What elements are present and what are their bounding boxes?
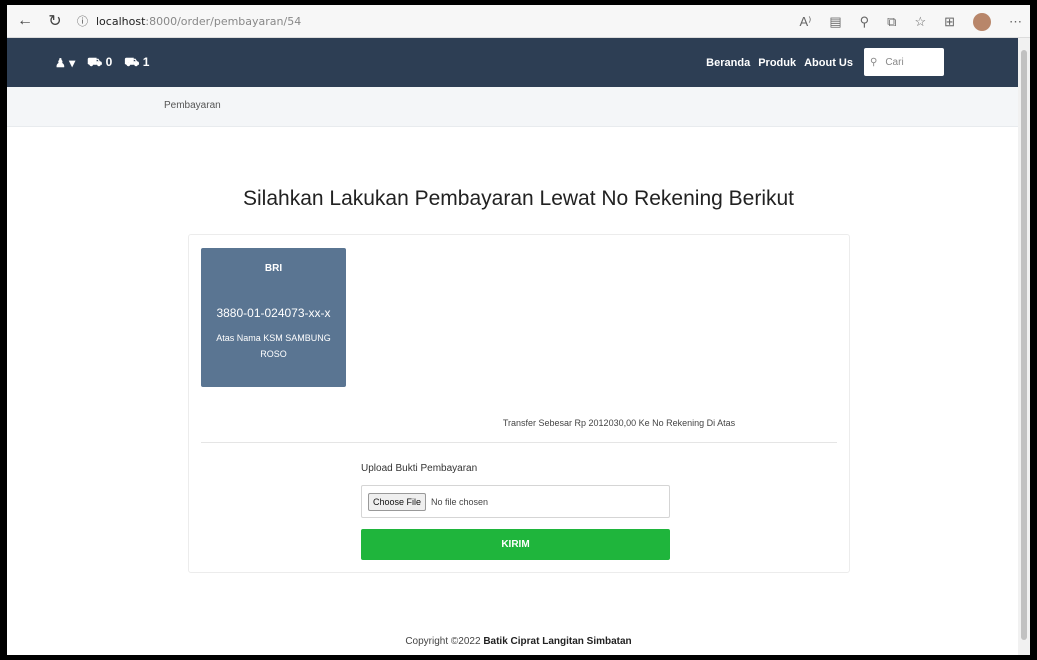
bank-name: BRI xyxy=(264,263,283,274)
reload-icon[interactable]: ↻ xyxy=(43,9,67,33)
back-icon[interactable]: ← xyxy=(13,9,37,33)
favorites-icon[interactable]: ☆ xyxy=(914,14,926,30)
footer-copyright: Copyright ©2022 xyxy=(405,636,481,647)
cart-icon: ⛟ xyxy=(87,54,103,69)
reader-mode-icon[interactable]: ▤ xyxy=(829,14,841,30)
profile-icon[interactable] xyxy=(973,12,991,31)
address-bar[interactable]: ⓘ localhost:8000/order/pembayaran/54 xyxy=(77,13,301,29)
cart-button[interactable]: ⛟ 0 xyxy=(87,55,112,71)
bank-account-holder: Atas Nama KSM SAMBUNG ROSO xyxy=(216,333,331,359)
transfer-instruction: Transfer Sebesar Rp 2012030,00 Ke No Rek… xyxy=(502,418,736,428)
scrollbar-thumb[interactable] xyxy=(1021,50,1027,640)
nav-link-about[interactable]: About Us xyxy=(804,57,853,69)
user-menu[interactable]: ♟ ▾ xyxy=(55,56,75,70)
cart2-button[interactable]: ⛟ 1 xyxy=(124,55,149,71)
cart-count: 0 xyxy=(105,54,113,69)
submit-button[interactable]: KIRIM xyxy=(361,529,670,560)
footer: Copyright ©2022 Batik Ciprat Langitan Si… xyxy=(7,636,1030,647)
info-icon: ⓘ xyxy=(77,15,88,28)
browser-window: ← ↻ ⓘ localhost:8000/order/pembayaran/54… xyxy=(7,5,1030,655)
search-placeholder: Cari xyxy=(885,56,904,68)
nav-link-produk[interactable]: Produk xyxy=(758,57,796,69)
zoom-icon[interactable]: ⚲ xyxy=(860,14,870,30)
site-navbar: ♟ ▾ ⛟ 0 ⛟ 1 Beranda Produk About Us ⚲ Ca… xyxy=(7,38,1030,87)
upload-label: Upload Bukti Pembayaran xyxy=(361,463,478,474)
page-title: Silahkan Lakukan Pembayaran Lewat No Rek… xyxy=(243,187,794,210)
bank-info-box: BRI 3880-01-024073-xx-x Atas Nama KSM SA… xyxy=(201,248,346,387)
search-input[interactable]: ⚲ Cari xyxy=(864,48,944,76)
cart-icon: ⛟ xyxy=(124,54,140,69)
scrollbar[interactable] xyxy=(1018,38,1030,655)
divider xyxy=(201,442,837,443)
breadcrumb-current: Pembayaran xyxy=(164,100,221,111)
url-path: :8000/order/pembayaran/54 xyxy=(145,14,302,28)
choose-file-button[interactable]: Choose File xyxy=(368,492,427,511)
collections-icon[interactable]: ⊞ xyxy=(944,14,955,30)
extensions-icon[interactable]: ⧉ xyxy=(887,14,896,30)
cart2-count: 1 xyxy=(142,54,150,69)
read-aloud-icon[interactable]: A⁾ xyxy=(799,14,811,30)
file-upload-input[interactable]: Choose File No file chosen xyxy=(361,485,670,518)
user-icon: ♟ xyxy=(55,55,66,70)
browser-toolbar: ← ↻ ⓘ localhost:8000/order/pembayaran/54… xyxy=(7,5,1030,38)
payment-card: BRI 3880-01-024073-xx-x Atas Nama KSM SA… xyxy=(188,234,850,573)
breadcrumb: Pembayaran xyxy=(7,87,1030,127)
nav-link-beranda[interactable]: Beranda xyxy=(706,57,750,69)
footer-brand: Batik Ciprat Langitan Simbatan xyxy=(483,636,632,647)
bank-account-number: 3880-01-024073-xx-x xyxy=(216,306,331,320)
more-icon[interactable]: ⋯ xyxy=(1009,14,1022,30)
search-icon: ⚲ xyxy=(870,56,878,68)
url-host: localhost xyxy=(96,14,146,28)
file-status: No file chosen xyxy=(431,496,489,507)
